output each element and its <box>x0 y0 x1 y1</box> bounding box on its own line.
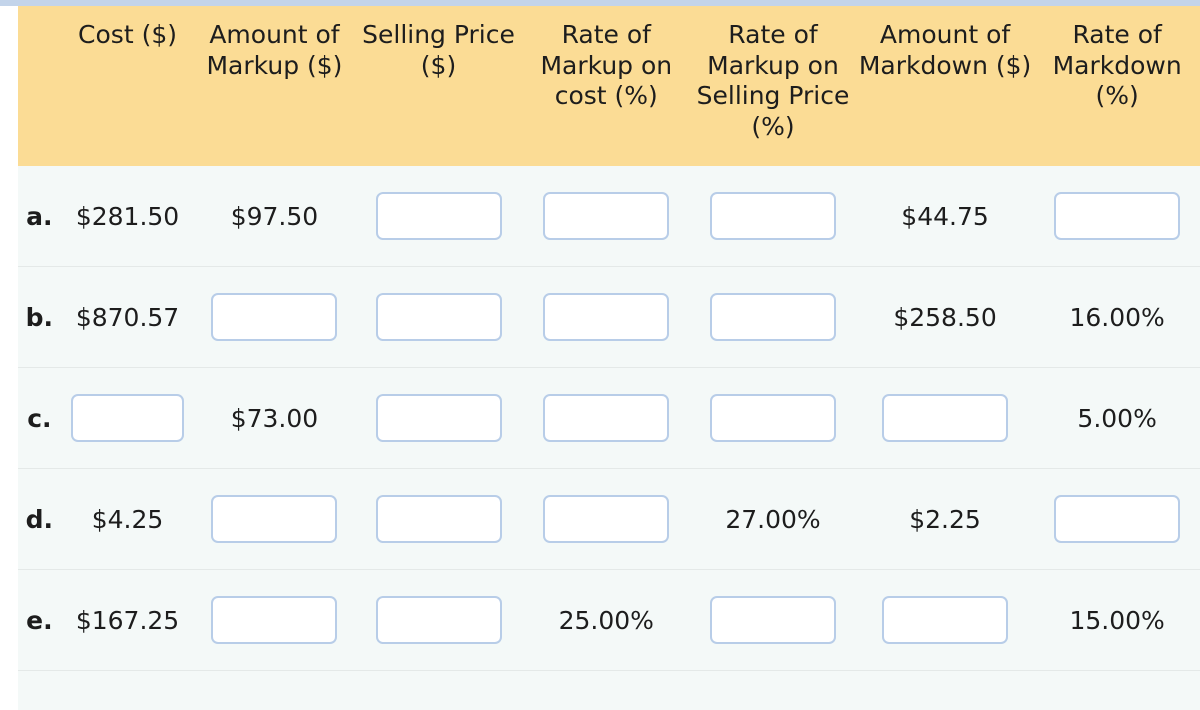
answer-input-c-rate_markup_cost[interactable] <box>543 394 670 442</box>
table-header-row: Cost ($) Amount of Markup ($) Selling Pric… <box>18 6 1200 166</box>
answer-input-a-rate_markup_cost[interactable] <box>543 192 670 240</box>
cell-c-markdown_amount <box>855 367 1035 469</box>
column-header-cost: Cost ($) <box>60 6 195 166</box>
value-e-cost: $167.25 <box>75 605 180 635</box>
cell-c-rate_markup_selling <box>690 367 856 469</box>
value-a-markup_amount: $97.50 <box>230 201 319 231</box>
cell-e-cost: $167.25 <box>60 569 195 671</box>
value-b-rate_markdown: 16.00% <box>1069 302 1165 332</box>
row-label-d: d. <box>18 468 61 570</box>
cell-e-rate_markup_cost: 25.00% <box>522 569 691 671</box>
cell-a-rate_markup_cost <box>522 166 691 267</box>
cell-d-rate_markdown <box>1034 468 1200 570</box>
answer-input-a-rate_markdown[interactable] <box>1054 192 1181 240</box>
answer-input-c-markdown_amount[interactable] <box>882 394 1009 442</box>
column-header-label <box>18 6 61 166</box>
column-header-rate_markup_cost: Rate of Markup on cost (%) <box>522 6 691 166</box>
table-header: Cost ($) Amount of Markup ($) Selling Pric… <box>18 6 1200 166</box>
cell-c-selling_price <box>354 367 523 469</box>
answer-input-e-markdown_amount[interactable] <box>882 596 1009 644</box>
column-header-rate_markdown: Rate of Markdown (%) <box>1034 6 1200 166</box>
value-d-rate_markup_selling: 27.00% <box>725 504 821 534</box>
cell-b-markup_amount <box>194 266 355 368</box>
cell-c-markup_amount: $73.00 <box>194 367 355 469</box>
value-c-markup_amount: $73.00 <box>230 403 319 433</box>
column-header-markup_amount: Amount of Markup ($) <box>194 6 355 166</box>
value-c-rate_markdown: 5.00% <box>1077 403 1157 433</box>
cell-e-markup_amount <box>194 569 355 671</box>
table-row: e. $167.25 25.00% 15.00% <box>18 569 1200 671</box>
answer-input-b-rate_markup_cost[interactable] <box>543 293 670 341</box>
cell-d-markdown_amount: $2.25 <box>855 468 1035 570</box>
markup-markdown-table: Cost ($) Amount of Markup ($) Selling Pric… <box>18 6 1200 671</box>
table-body: a. $281.50 $97.50 $44.75 b. $870.57 $258.50 16.… <box>18 166 1200 671</box>
cell-d-selling_price <box>354 468 523 570</box>
row-label-b: b. <box>18 266 61 368</box>
cell-b-rate_markup_selling <box>690 266 856 368</box>
value-b-cost: $870.57 <box>75 302 180 332</box>
cell-b-rate_markdown: 16.00% <box>1034 266 1200 368</box>
answer-input-b-rate_markup_selling[interactable] <box>709 293 836 341</box>
cell-b-rate_markup_cost <box>522 266 691 368</box>
column-header-markdown_amount: Amount of Markdown ($) <box>855 6 1035 166</box>
value-e-rate_markup_cost: 25.00% <box>558 605 654 635</box>
cell-a-cost: $281.50 <box>60 166 195 267</box>
table-row: b. $870.57 $258.50 16.00% <box>18 266 1200 368</box>
answer-input-b-markup_amount[interactable] <box>211 293 338 341</box>
value-a-cost: $281.50 <box>75 201 180 231</box>
row-label-a: a. <box>18 166 61 267</box>
page-root: Cost ($) Amount of Markup ($) Selling Pric… <box>0 0 1200 710</box>
cell-d-markup_amount <box>194 468 355 570</box>
row-label-e: e. <box>18 569 61 671</box>
cell-e-selling_price <box>354 569 523 671</box>
answer-input-e-rate_markup_selling[interactable] <box>709 596 836 644</box>
answer-input-a-rate_markup_selling[interactable] <box>709 192 836 240</box>
answer-input-c-selling_price[interactable] <box>375 394 502 442</box>
table-row: c. $73.00 5.00% <box>18 367 1200 469</box>
answer-input-d-rate_markdown[interactable] <box>1054 495 1181 543</box>
column-header-rate_markup_selling: Rate of Markup on Selling Price (%) <box>690 6 856 166</box>
answer-input-e-selling_price[interactable] <box>375 596 502 644</box>
value-d-markdown_amount: $2.25 <box>909 504 981 534</box>
cell-e-markdown_amount <box>855 569 1035 671</box>
row-label-c: c. <box>18 367 61 469</box>
cell-e-rate_markup_selling <box>690 569 856 671</box>
cell-a-markup_amount: $97.50 <box>194 166 355 267</box>
cell-b-cost: $870.57 <box>60 266 195 368</box>
cell-c-rate_markup_cost <box>522 367 691 469</box>
cell-b-markdown_amount: $258.50 <box>855 266 1035 368</box>
table-row: a. $281.50 $97.50 $44.75 <box>18 166 1200 267</box>
cell-c-cost <box>60 367 195 469</box>
table-row: d. $4.25 27.00% $2.25 <box>18 468 1200 570</box>
column-header-selling_price: Selling Price ($) <box>354 6 523 166</box>
answer-input-d-rate_markup_cost[interactable] <box>543 495 670 543</box>
cell-a-selling_price <box>354 166 523 267</box>
value-b-markdown_amount: $258.50 <box>893 302 997 332</box>
answer-input-a-selling_price[interactable] <box>375 192 502 240</box>
value-d-cost: $4.25 <box>91 504 164 534</box>
cell-a-rate_markdown <box>1034 166 1200 267</box>
cell-a-rate_markup_selling <box>690 166 856 267</box>
answer-input-c-rate_markup_selling[interactable] <box>709 394 836 442</box>
cell-b-selling_price <box>354 266 523 368</box>
answer-input-b-selling_price[interactable] <box>375 293 502 341</box>
answer-input-d-selling_price[interactable] <box>375 495 502 543</box>
cell-d-cost: $4.25 <box>60 468 195 570</box>
answer-input-c-cost[interactable] <box>71 394 185 442</box>
cell-d-rate_markup_cost <box>522 468 691 570</box>
cell-c-rate_markdown: 5.00% <box>1034 367 1200 469</box>
value-a-markdown_amount: $44.75 <box>901 201 989 231</box>
cell-a-markdown_amount: $44.75 <box>855 166 1035 267</box>
exercise-table-container: Cost ($) Amount of Markup ($) Selling Pric… <box>18 6 1200 710</box>
answer-input-e-markup_amount[interactable] <box>211 596 338 644</box>
cell-e-rate_markdown: 15.00% <box>1034 569 1200 671</box>
cell-d-rate_markup_selling: 27.00% <box>690 468 856 570</box>
answer-input-d-markup_amount[interactable] <box>211 495 338 543</box>
value-e-rate_markdown: 15.00% <box>1069 605 1165 635</box>
